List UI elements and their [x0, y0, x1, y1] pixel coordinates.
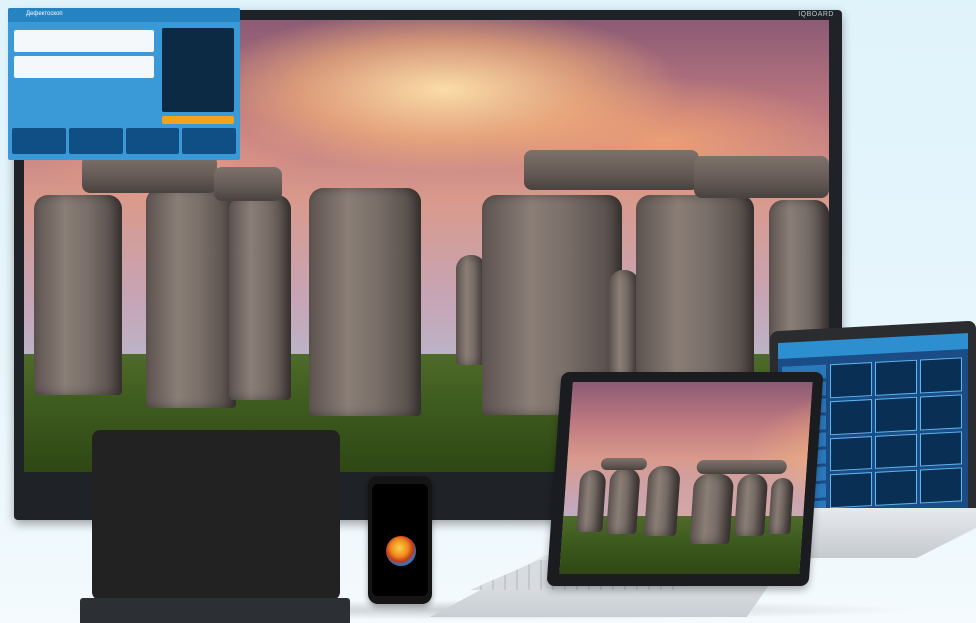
model-thumb[interactable]: [830, 472, 872, 509]
content-card[interactable]: [14, 30, 154, 52]
display-brand: IQBOARD: [798, 11, 834, 18]
model-thumb[interactable]: [830, 362, 872, 399]
lintel-stone: [696, 460, 788, 474]
standing-stone: [309, 188, 421, 416]
tablet-screen: Дефектоскоп: [8, 8, 240, 160]
model-thumb[interactable]: [875, 359, 917, 396]
lintel-stone: [214, 167, 282, 201]
standing-stone: [576, 470, 607, 532]
tablet-frame: [92, 430, 340, 600]
model-preview[interactable]: [162, 28, 234, 112]
app-header: Дефектоскоп: [8, 8, 240, 22]
standing-stone: [34, 195, 122, 395]
model-thumb[interactable]: [920, 467, 962, 504]
standing-stone: [609, 270, 639, 380]
laptop-screen: [559, 382, 813, 574]
model-thumb[interactable]: [875, 469, 917, 506]
standing-stone: [643, 466, 681, 536]
thumbnail[interactable]: [12, 128, 66, 154]
thumbnail[interactable]: [182, 128, 236, 154]
phone-screen: [372, 484, 428, 596]
app-title: Дефектоскоп: [26, 11, 63, 17]
lintel-stone: [694, 156, 829, 198]
lintel-stone: [82, 155, 217, 193]
lintel-stone: [600, 458, 648, 470]
standing-stone: [606, 468, 641, 534]
standing-stone: [689, 474, 735, 544]
model-thumb[interactable]: [920, 357, 962, 394]
model-thumb[interactable]: [875, 433, 917, 470]
standing-stone: [768, 478, 794, 534]
standing-stone: [229, 195, 291, 400]
thumbnail[interactable]: [68, 128, 123, 154]
tablet-keyboard: [80, 598, 350, 623]
globe-icon: [386, 536, 416, 566]
model-thumb[interactable]: [920, 430, 962, 467]
model-thumb[interactable]: [830, 435, 872, 472]
action-button[interactable]: [162, 116, 234, 124]
standing-stone: [636, 195, 754, 385]
model-thumb[interactable]: [830, 398, 872, 435]
standing-stone: [733, 474, 769, 536]
thumbnail[interactable]: [125, 128, 180, 154]
smartphone: [368, 476, 432, 604]
model-thumb[interactable]: [920, 394, 962, 431]
content-card[interactable]: [14, 56, 154, 78]
lintel-stone: [524, 150, 699, 190]
model-thumb[interactable]: [875, 396, 917, 433]
standing-stone: [146, 188, 236, 408]
model-gallery: [830, 357, 962, 509]
thumbnail-strip: [12, 128, 236, 154]
